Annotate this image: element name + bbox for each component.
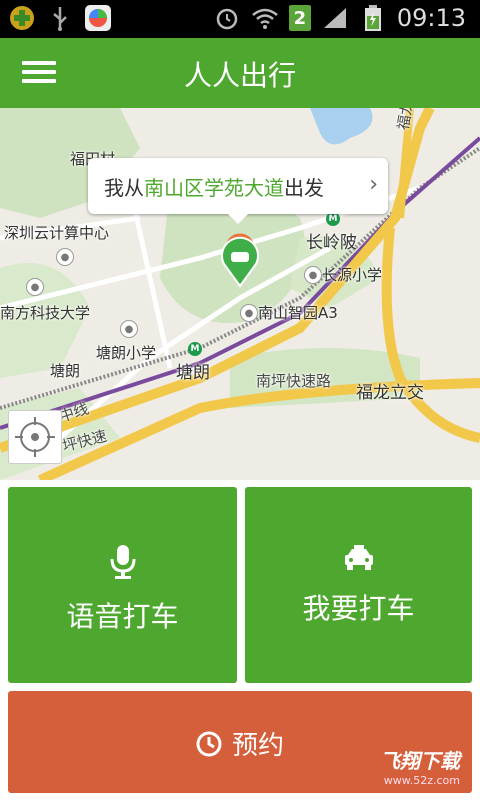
watermark: 飞翔下载 www.52z.com [380, 745, 460, 787]
map-label-tanglang-station: 塘朗 [176, 363, 210, 383]
taxi-icon [344, 545, 374, 575]
map-label-tanglang-school: 塘朗小学 [96, 344, 157, 362]
map-label-nanshan-zhiyuan: 南山智园A3 [258, 304, 338, 322]
school-icon: ● [120, 320, 138, 338]
pickup-place: 南山区学苑大道 [144, 175, 284, 200]
chevron-right-icon: › [369, 172, 378, 197]
pickup-prefix: 我从 [104, 175, 144, 200]
header-bar: 人人出行 [0, 38, 480, 108]
metro-icon: M [188, 342, 202, 356]
watermark-title: 飞翔下载 [380, 749, 460, 773]
reserve-button[interactable]: 预约 飞翔下载 www.52z.com [8, 691, 472, 793]
map-label-changlingpi: 长岭陂 [306, 233, 357, 253]
status-bar: 2 09:13 [0, 0, 480, 38]
clock-icon [196, 731, 222, 756]
map-label-fulong-interchange: 福龙立交 [356, 383, 424, 403]
road-label-nanping: 南坪快速路 [256, 372, 332, 390]
app-plus-icon [8, 4, 36, 32]
microphone-icon [110, 545, 136, 583]
status-time: 09:13 [396, 4, 466, 32]
reserve-label: 预约 [231, 731, 284, 761]
crosshair-icon [15, 417, 55, 457]
voice-taxi-button[interactable]: 语音打车 [8, 487, 237, 683]
alarm-icon [213, 4, 241, 32]
pickup-text: 我从南山区学苑大道出发 [88, 172, 324, 201]
watermark-url: www.52z.com [383, 774, 460, 787]
battery-icon [359, 4, 387, 32]
map-label-sustech: 南方科技大学 [0, 304, 91, 322]
signal-icon [321, 4, 349, 32]
hail-taxi-button[interactable]: 我要打车 [245, 487, 472, 683]
page-title: 人人出行 [183, 59, 296, 92]
school-icon: ● [304, 266, 322, 284]
map-label-tanglang-village: 塘朗 [50, 362, 81, 380]
building-icon: ● [240, 304, 258, 322]
map-label-changyuan-school: 长源小学 [322, 266, 383, 284]
wifi-icon [251, 4, 279, 32]
metro-icon: M [326, 212, 340, 226]
hail-taxi-label: 我要打车 [302, 592, 415, 625]
school-icon: ● [26, 278, 44, 296]
pickup-location-bubble[interactable]: 我从南山区学苑大道出发 › [88, 158, 388, 224]
locate-button[interactable] [8, 410, 62, 464]
map-view[interactable]: 福田村 深圳云计算中心 长岭陂 M ● 长源小学 ● ● 南方科技大学 ● 南山… [0, 108, 480, 480]
pickup-suffix: 出发 [284, 175, 324, 200]
map-label-cloud-center: 深圳云计算中心 [4, 224, 110, 242]
usb-icon [46, 4, 74, 32]
sim-icon: 2 [288, 5, 311, 31]
poi-icon: ● [56, 248, 74, 266]
app-icon [84, 4, 112, 32]
voice-taxi-label: 语音打车 [66, 600, 179, 633]
